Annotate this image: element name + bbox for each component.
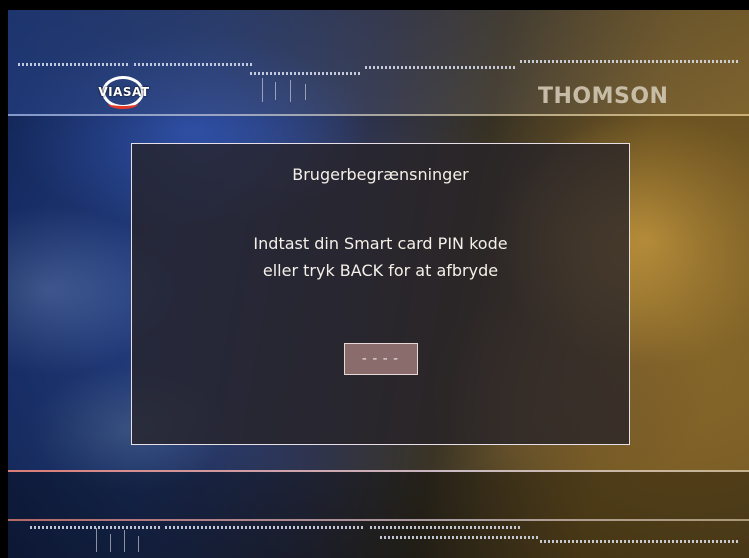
- header-tick: [305, 84, 306, 100]
- footer-rule-top: [8, 470, 749, 472]
- footer-tick: [110, 534, 111, 552]
- footer-dot-row: [540, 540, 740, 543]
- pin-entry-dialog: Brugerbegrænsninger Indtast din Smart ca…: [131, 143, 630, 445]
- header-dot-row: [365, 66, 515, 69]
- dialog-title: Brugerbegrænsninger: [292, 165, 469, 184]
- viasat-logo-accent: [108, 98, 138, 109]
- viasat-logo: VIASAT: [86, 76, 162, 110]
- header-tick: [290, 80, 291, 102]
- footer-tick: [138, 536, 139, 552]
- thomson-logo: THOMSON: [538, 84, 669, 109]
- header-rule: [8, 114, 749, 116]
- header-dot-row: [18, 63, 128, 66]
- footer-dot-row: [30, 526, 160, 529]
- dialog-message-line-1: Indtast din Smart card PIN kode: [253, 234, 508, 253]
- footer-dot-row: [370, 526, 520, 529]
- tv-screen: VIASAT THOMSON Brugerbegrænsninger Indta…: [0, 0, 749, 558]
- viasat-logo-text: VIASAT: [98, 85, 150, 99]
- header-dot-row: [520, 60, 740, 63]
- header-tick: [275, 82, 276, 100]
- header-dot-row: [134, 63, 254, 66]
- footer-band: [8, 472, 749, 558]
- footer-rule-bottom: [8, 519, 749, 521]
- footer-tick: [96, 528, 97, 552]
- header-dot-row: [250, 72, 360, 75]
- footer-tick: [124, 530, 125, 552]
- pin-input-field[interactable]: ----: [344, 343, 418, 375]
- footer-dot-row: [165, 526, 365, 529]
- header-tick: [262, 78, 263, 102]
- dialog-message-line-2: eller tryk BACK for at afbryde: [262, 261, 499, 280]
- footer-dot-row: [380, 536, 540, 539]
